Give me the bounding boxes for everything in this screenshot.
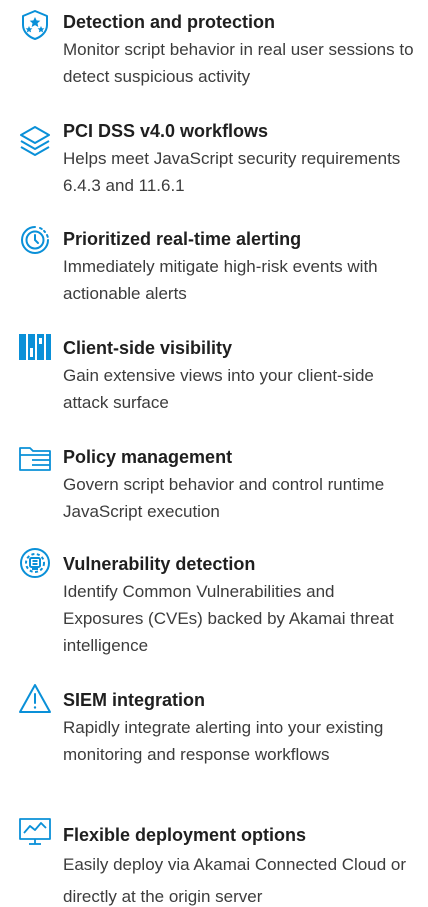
feature-title: Vulnerability detection: [63, 554, 256, 574]
feature-title: PCI DSS v4.0 workflows: [63, 121, 269, 141]
feature-title: Client-side visibility: [63, 338, 233, 358]
folder-icon: [18, 441, 52, 475]
feature-list: Detection and protection Monitor script …: [0, 0, 428, 907]
warning-triangle-icon: [18, 682, 52, 716]
feature-title: Flexible deployment options: [63, 825, 307, 845]
realtime-clock-icon: [18, 223, 52, 257]
layers-icon: [18, 123, 52, 157]
monitor-chart-icon: [18, 815, 52, 849]
feature-title: Policy management: [63, 447, 233, 467]
feature-title: Prioritized real-time alerting: [63, 229, 302, 249]
feature-description: Monitor script behavior in real user ses…: [63, 40, 414, 86]
feature-title: SIEM integration: [63, 690, 206, 710]
feature-description: Immediately mitigate high-risk events wi…: [63, 257, 378, 303]
feature-description: Gain extensive views into your client-si…: [63, 366, 374, 412]
feature-title: Detection and protection: [63, 12, 276, 32]
feature-description: Rapidly integrate alerting into your exi…: [63, 718, 384, 764]
feature-description: Identify Common Vulnerabilities and Expo…: [63, 582, 394, 655]
feature-description: Easily deploy via Akamai Connected Cloud…: [63, 855, 407, 906]
feature-description: Govern script behavior and control runti…: [63, 475, 385, 521]
vulnerability-icon: [18, 546, 52, 580]
feature-description: Helps meet JavaScript security requireme…: [63, 149, 401, 195]
shield-stars-icon: [18, 8, 52, 42]
bars-icon: [18, 330, 52, 364]
